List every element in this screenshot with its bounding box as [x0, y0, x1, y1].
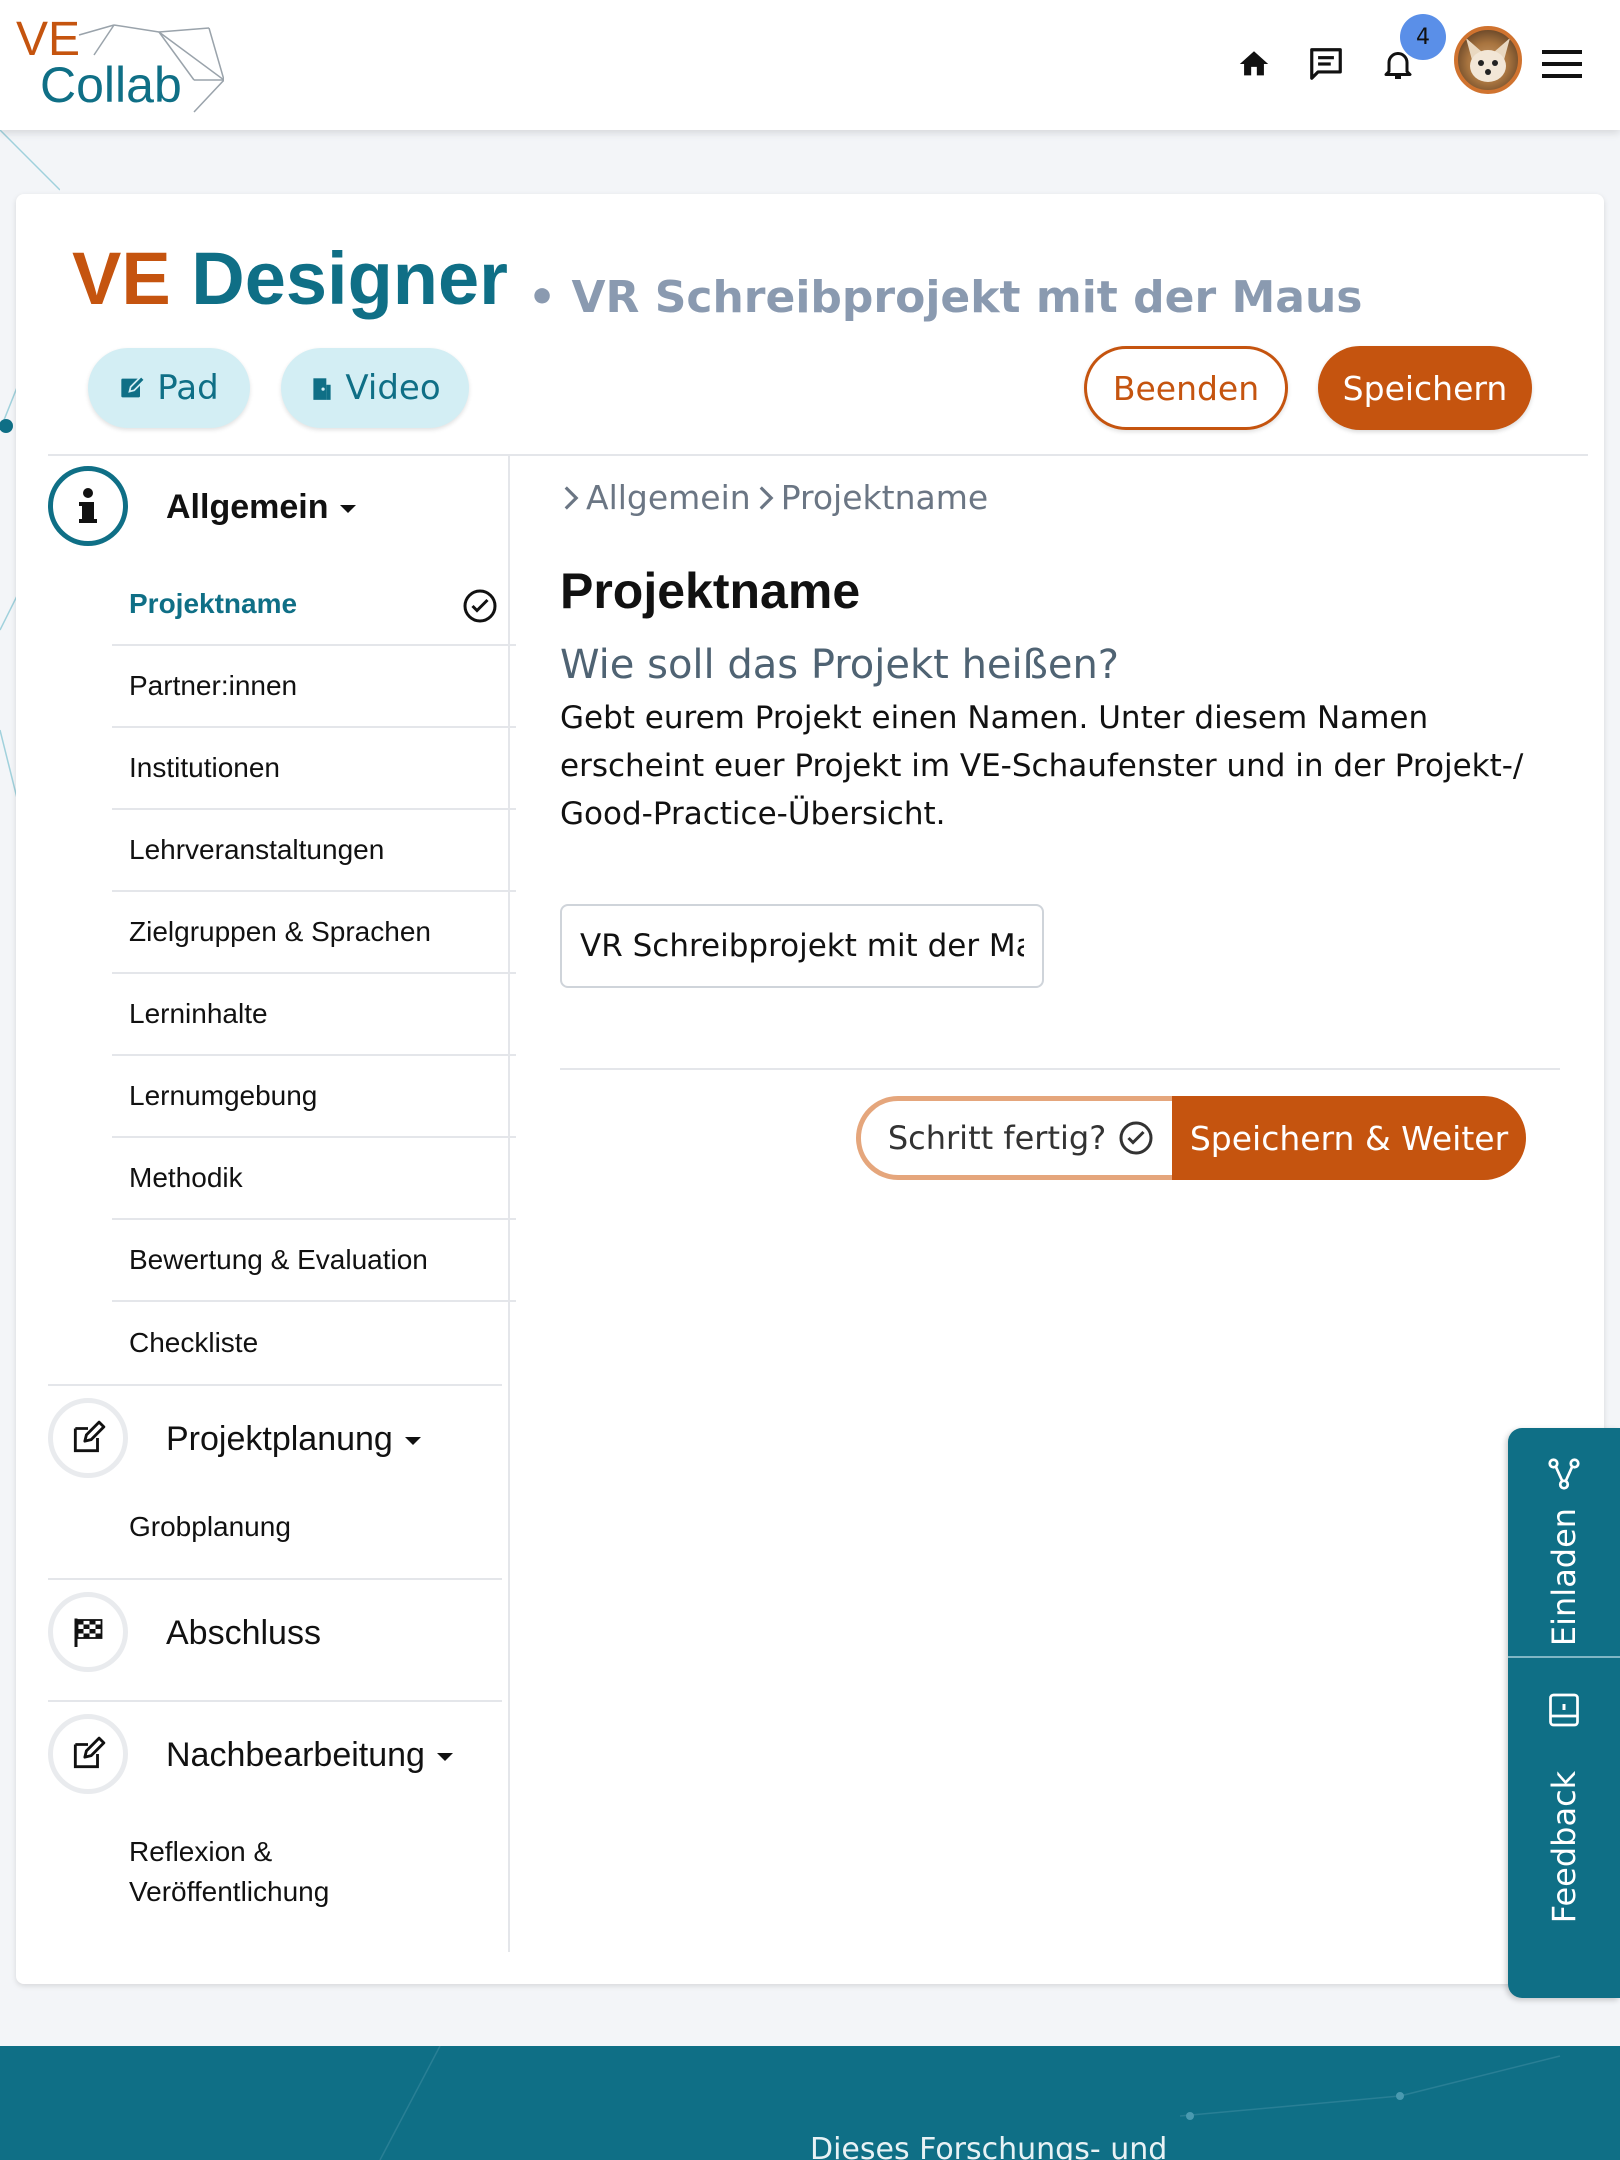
section-divider — [48, 1700, 502, 1702]
sidebar-item-label: Zielgruppen & Sprachen — [129, 916, 431, 947]
hamburger-menu-icon[interactable] — [1538, 40, 1586, 88]
sidebar-item-label-line1: Reflexion & — [129, 1836, 273, 1867]
feedback-label: Feedback — [1545, 1770, 1583, 1924]
heading-ve: VE — [72, 237, 171, 320]
designer-card: VE Designer • VR Schreibprojekt mit der … — [16, 194, 1604, 1984]
step-question: Wie soll das Projekt heißen? — [560, 642, 1120, 688]
footer: Dieses Forschungs- und — [0, 2046, 1620, 2160]
step-done-toggle[interactable]: Schritt fertig? — [856, 1096, 1186, 1180]
sidebar-item-label: Institutionen — [129, 752, 280, 783]
sidebar-item-label: Partner:innen — [129, 670, 298, 701]
sidebar-item-lehrveranstaltungen[interactable]: Lehrveranstaltungen — [112, 810, 516, 892]
pad-button[interactable]: Pad — [88, 348, 250, 428]
step-done-label: Schritt fertig? — [887, 1119, 1107, 1157]
breadcrumb: Allgemein Projektname — [562, 478, 988, 517]
footer-text: Dieses Forschungs- und — [810, 2132, 1168, 2160]
home-icon[interactable] — [1230, 40, 1278, 88]
project-subtitle: • VR Schreibprojekt mit der Maus — [528, 272, 1363, 323]
project-name-input[interactable] — [560, 904, 1044, 988]
checkered-flag-icon[interactable] — [48, 1592, 128, 1672]
pad-label: Pad — [157, 368, 219, 408]
sidebar-item-grobplanung[interactable]: Grobplanung — [112, 1486, 516, 1568]
sidebar-item-label: Projektname — [129, 588, 298, 619]
sidebar-item-label: Checkliste — [129, 1327, 259, 1358]
edit-square-icon — [121, 375, 147, 398]
chevron-right-icon — [564, 485, 579, 510]
header-divider — [48, 454, 1588, 456]
content-divider — [560, 1068, 1560, 1070]
chevron-right-icon — [759, 485, 774, 510]
description-line: Good-Practice-Übersicht. — [560, 796, 946, 832]
section-projektplanung[interactable]: Projektplanung — [166, 1420, 421, 1459]
sidebar-item-lernumgebung[interactable]: Lernumgebung — [112, 1056, 516, 1138]
sidebar-item-bewertung[interactable]: Bewertung & Evaluation — [112, 1220, 516, 1302]
user-avatar[interactable] — [1454, 26, 1522, 94]
door-open-icon — [313, 378, 331, 400]
feedback-form-icon — [1549, 1693, 1579, 1727]
sidebar-item-methodik[interactable]: Methodik — [112, 1138, 516, 1220]
sidebar-item-lerninhalte[interactable]: Lerninhalte — [112, 974, 516, 1056]
sidebar-item-institutionen[interactable]: Institutionen — [112, 728, 516, 810]
page-heading: VE Designer — [72, 242, 508, 316]
description-line: erscheint euer Projekt im VE-Schaufenste… — [560, 748, 1524, 784]
section-divider — [48, 1578, 502, 1580]
edit-icon[interactable] — [48, 1398, 128, 1478]
save-button[interactable]: Speichern — [1318, 346, 1532, 430]
section-nachbearbeitung[interactable]: Nachbearbeitung — [166, 1736, 453, 1775]
sidebar-item-reflexion[interactable]: Reflexion & Veröffentlichung — [112, 1818, 516, 1914]
check-circle-icon — [1119, 1121, 1153, 1155]
check-circle-icon — [463, 589, 497, 623]
sidebar-item-label: Methodik — [129, 1162, 243, 1193]
chevron-down-icon — [404, 1437, 421, 1446]
invite-tab[interactable]: Einladen — [1508, 1428, 1620, 1658]
sidebar-item-label: Bewertung & Evaluation — [129, 1244, 428, 1275]
chat-icon[interactable] — [1302, 40, 1350, 88]
notification-count-badge[interactable]: 4 — [1400, 14, 1446, 60]
section-nachbearbeitung-label: Nachbearbeitung — [166, 1736, 425, 1774]
sidebar-item-label: Lernumgebung — [129, 1080, 318, 1111]
feedback-tab[interactable]: Feedback — [1508, 1660, 1620, 1998]
info-icon[interactable] — [48, 466, 128, 546]
sidebar-item-projektname[interactable]: Projektname — [112, 564, 516, 646]
section-projektplanung-label: Projektplanung — [166, 1420, 393, 1458]
breadcrumb-projektname[interactable]: Projektname — [781, 478, 988, 517]
end-button[interactable]: Beenden — [1084, 346, 1288, 430]
share-nodes-icon — [1548, 1458, 1580, 1490]
section-allgemein-label: Allgemein — [166, 488, 329, 526]
invite-label: Einladen — [1545, 1507, 1583, 1647]
vecollab-logo[interactable]: VE Collab — [14, 14, 224, 114]
sidebar-item-partnerinnen[interactable]: Partner:innen — [112, 646, 516, 728]
edit-icon[interactable] — [48, 1714, 128, 1794]
step-description: Gebt eurem Projekt einen Namen. Unter di… — [560, 694, 1560, 838]
sidebar-item-label: Lehrveranstaltungen — [129, 834, 385, 865]
sidebar-item-label-line2: Veröffentlichung — [129, 1876, 330, 1907]
heading-designer: Designer — [191, 237, 508, 320]
sidebar-item-label: Lerninhalte — [129, 998, 268, 1029]
video-button[interactable]: Video — [281, 348, 469, 428]
fox-avatar-image — [1466, 38, 1510, 82]
side-tab-panel: Einladen Feedback — [1508, 1428, 1620, 1998]
section-abschluss-label: Abschluss — [166, 1614, 321, 1652]
step-title: Projektname — [560, 563, 861, 619]
section-divider — [48, 1384, 502, 1386]
chevron-down-icon — [340, 505, 357, 514]
sidebar-item-zielgruppen[interactable]: Zielgruppen & Sprachen — [112, 892, 516, 974]
chevron-down-icon — [436, 1753, 453, 1762]
breadcrumb-allgemein[interactable]: Allgemein — [586, 478, 751, 517]
logo-collab-text: Collab — [40, 57, 182, 113]
sidebar-item-checkliste[interactable]: Checkliste — [112, 1302, 516, 1384]
video-label: Video — [345, 368, 441, 408]
sidebar-item-label: Grobplanung — [129, 1511, 291, 1542]
top-navigation-bar: VE Collab 4 — [0, 0, 1620, 130]
step-actions: Schritt fertig? Speichern & Weiter — [856, 1096, 1526, 1180]
save-and-next-button[interactable]: Speichern & Weiter — [1172, 1096, 1526, 1180]
description-line: Gebt eurem Projekt einen Namen. Unter di… — [560, 700, 1429, 736]
section-allgemein[interactable]: Allgemein — [166, 488, 357, 527]
section-abschluss[interactable]: Abschluss — [166, 1614, 321, 1653]
